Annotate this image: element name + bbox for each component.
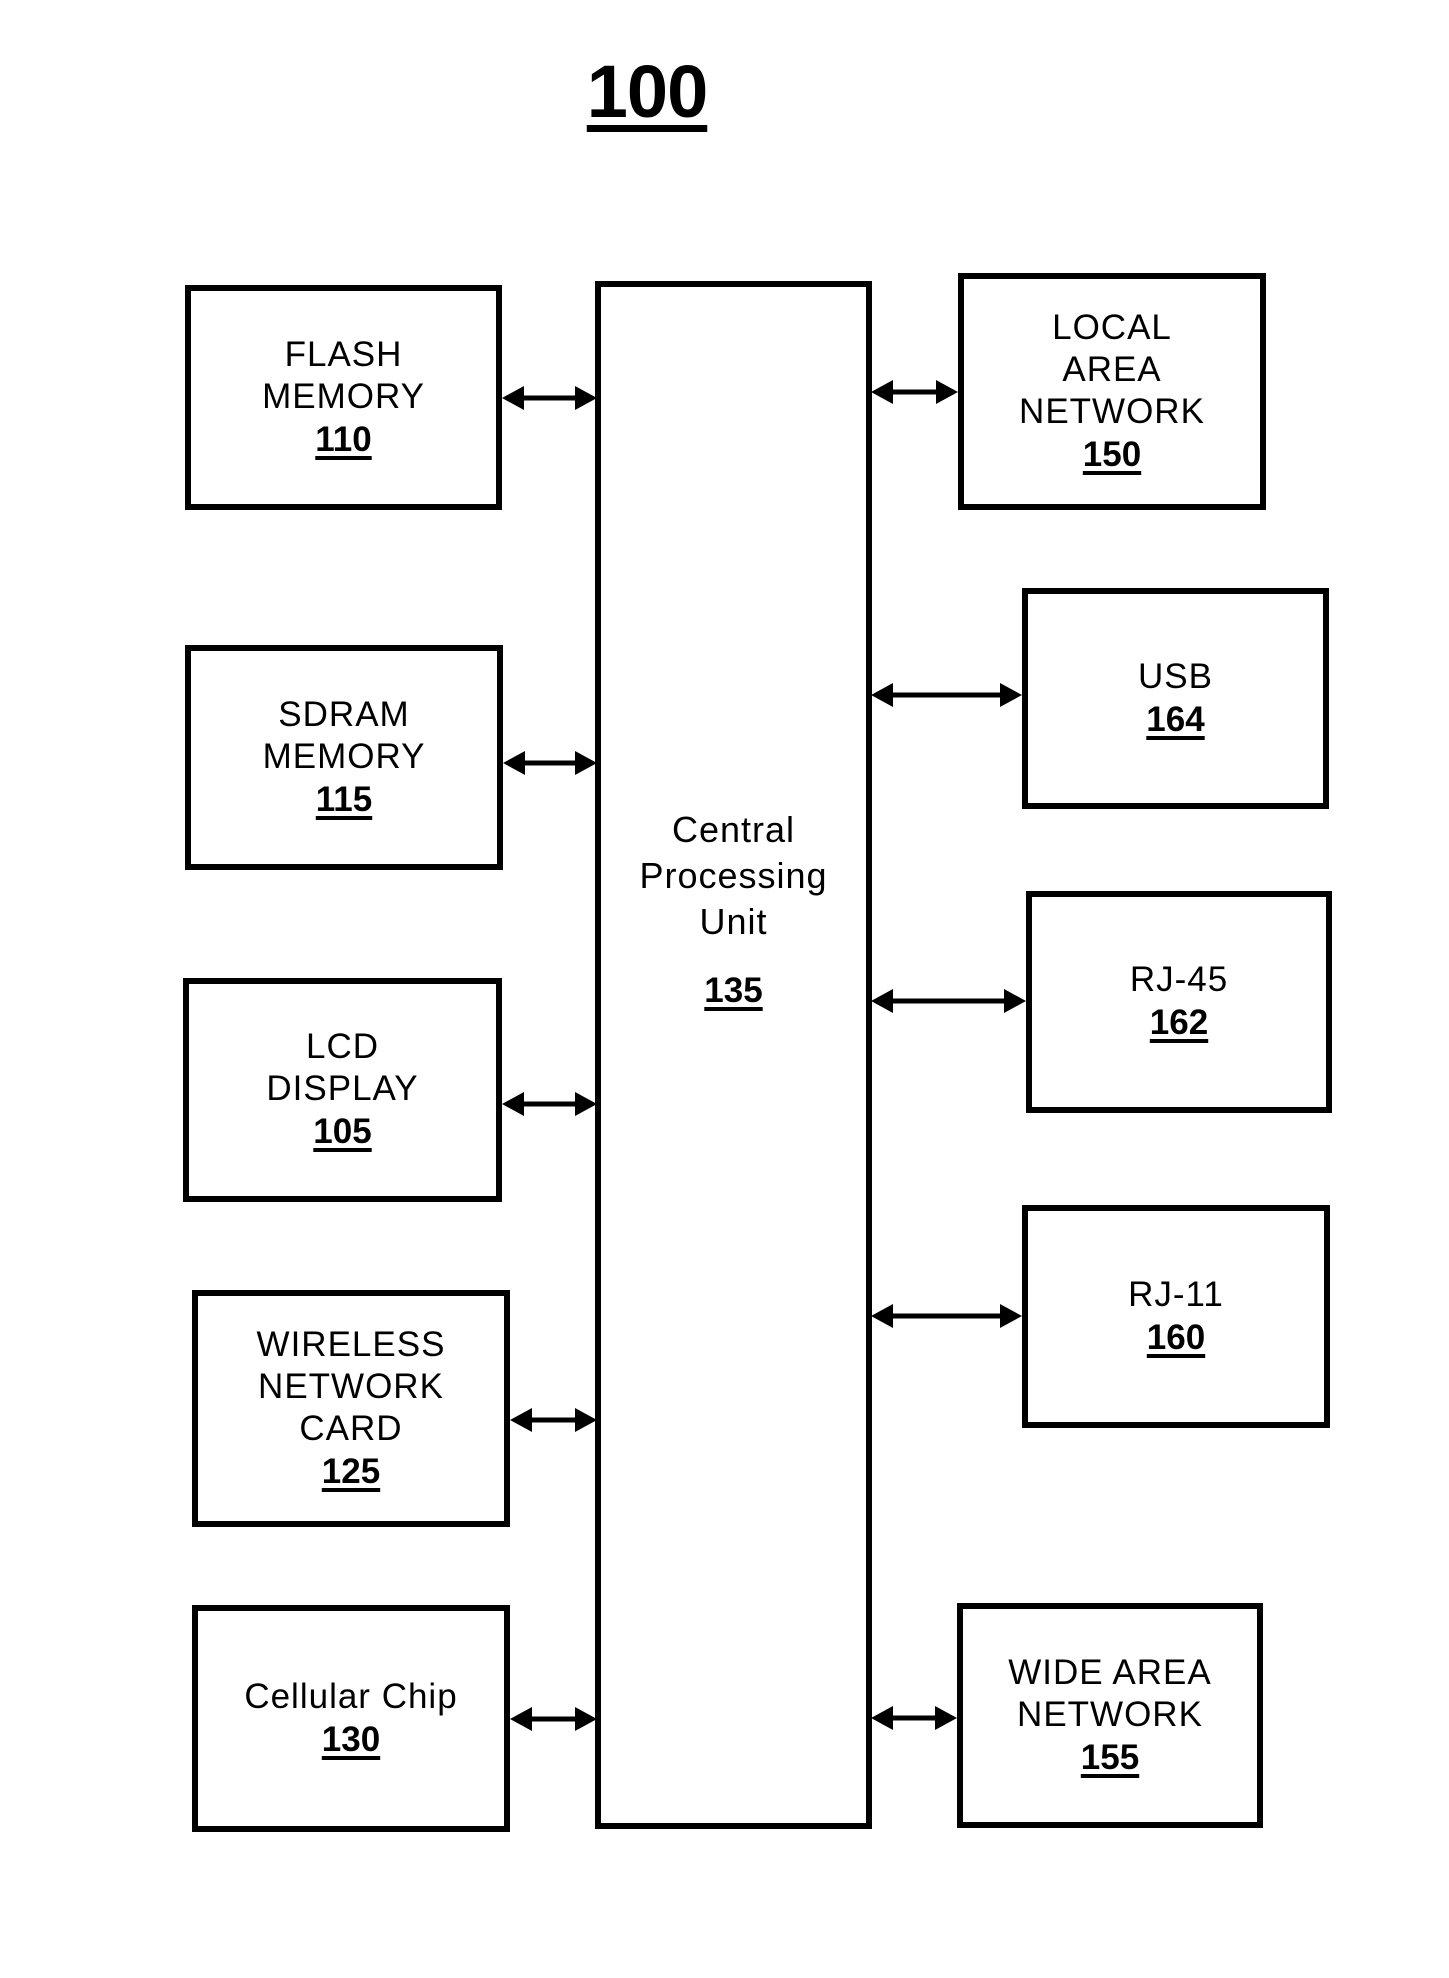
- arrowhead-left: [502, 1092, 524, 1116]
- block-label-line: WIDE AREA: [1008, 1652, 1212, 1692]
- block-label-line: LOCAL: [1052, 307, 1172, 347]
- block-label-line: NETWORK: [258, 1366, 444, 1406]
- block-label-line: LCD: [305, 1027, 380, 1066]
- arrowhead-left: [871, 1304, 893, 1328]
- arrowhead-left: [871, 989, 893, 1013]
- block-label-line: WIRELESS: [256, 1324, 446, 1364]
- bidirectional-arrow-cpu-wide-area-network: [871, 1706, 957, 1730]
- usb-block: USB 164: [1022, 588, 1329, 809]
- block-label-line: USB: [1138, 656, 1213, 696]
- bidirectional-arrow-cpu-usb: [871, 683, 1022, 707]
- block-reference-number: 105: [313, 1112, 372, 1151]
- sdram-memory-block: SDRAM MEMORY 115: [185, 645, 503, 870]
- cpu-block: Central Processing Unit 135: [595, 281, 872, 1829]
- bidirectional-arrow-cellular-chip-cpu: [510, 1707, 597, 1731]
- arrowhead-left: [510, 1707, 532, 1731]
- wide-area-network-block: WIDE AREA NETWORK 155: [957, 1603, 1263, 1828]
- arrowhead-left: [503, 751, 525, 775]
- block-reference-number: 110: [315, 419, 372, 459]
- arrowhead-right: [575, 1092, 597, 1116]
- block-label-line: NETWORK: [1017, 1694, 1203, 1734]
- flash-memory-block: FLASH MEMORY 110: [185, 285, 502, 510]
- block-label-line: Cellular Chip: [244, 1676, 458, 1716]
- bidirectional-arrow-cpu-rj-45: [871, 989, 1026, 1013]
- bidirectional-arrow-wireless-network-card-cpu: [510, 1408, 597, 1432]
- arrowhead-left: [871, 683, 893, 707]
- arrowhead-right: [575, 1408, 597, 1432]
- bidirectional-arrow-cpu-local-area-network: [871, 380, 958, 404]
- block-reference-number: 155: [1080, 1737, 1140, 1777]
- block-label-line: MEMORY: [262, 376, 425, 416]
- block-label-line: NETWORK: [1019, 391, 1205, 431]
- arrowhead-right: [1000, 683, 1022, 707]
- cpu-label-line: Unit: [699, 901, 768, 942]
- cpu-label-line: Processing: [639, 855, 828, 896]
- bidirectional-arrow-flash-memory-cpu: [502, 386, 597, 410]
- arrowhead-right: [575, 1707, 597, 1731]
- block-reference-number: 162: [1149, 1003, 1209, 1042]
- arrowhead-right: [1004, 989, 1026, 1013]
- cpu-reference-number: 135: [704, 971, 763, 1010]
- block-label-line: RJ-11: [1128, 1274, 1224, 1314]
- arrowhead-right: [935, 1706, 957, 1730]
- cellular-chip-block: Cellular Chip 130: [192, 1605, 510, 1832]
- block-reference-number: 125: [321, 1451, 381, 1491]
- arrowhead-left: [871, 380, 893, 404]
- arrowhead-right: [575, 751, 597, 775]
- block-reference-number: 160: [1146, 1317, 1206, 1357]
- block-label-line: RJ-45: [1129, 960, 1229, 999]
- bidirectional-arrow-cpu-rj-11: [871, 1304, 1022, 1328]
- lcd-display-block: LCD DISPLAY 105: [183, 978, 502, 1202]
- bidirectional-arrow-sdram-memory-cpu: [503, 751, 597, 775]
- rj-45-block: RJ-45 162: [1026, 891, 1332, 1113]
- block-label-line: SDRAM: [278, 694, 410, 734]
- local-area-network-block: LOCAL AREA NETWORK 150: [958, 273, 1266, 510]
- block-reference-number: 164: [1146, 699, 1205, 739]
- rj-11-block: RJ-11 160: [1022, 1205, 1330, 1428]
- block-reference-number: 150: [1082, 434, 1142, 474]
- block-label-line: DISPLAY: [266, 1069, 419, 1108]
- block-label-line: MEMORY: [262, 736, 426, 776]
- arrowhead-right: [1000, 1304, 1022, 1328]
- arrowhead-right: [936, 380, 958, 404]
- block-label-line: CARD: [299, 1408, 403, 1448]
- arrowhead-left: [871, 1706, 893, 1730]
- cpu-label-line: Central: [671, 809, 796, 850]
- block-reference-number: 130: [321, 1719, 381, 1759]
- block-label-line: AREA: [1062, 349, 1162, 389]
- arrowhead-left: [502, 386, 524, 410]
- wireless-network-card-block: WIRELESS NETWORK CARD 125: [192, 1290, 510, 1527]
- block-label-line: FLASH: [284, 334, 403, 374]
- bidirectional-arrow-lcd-display-cpu: [502, 1092, 597, 1116]
- arrowhead-right: [575, 386, 597, 410]
- arrowhead-left: [510, 1408, 532, 1432]
- block-reference-number: 115: [315, 779, 373, 819]
